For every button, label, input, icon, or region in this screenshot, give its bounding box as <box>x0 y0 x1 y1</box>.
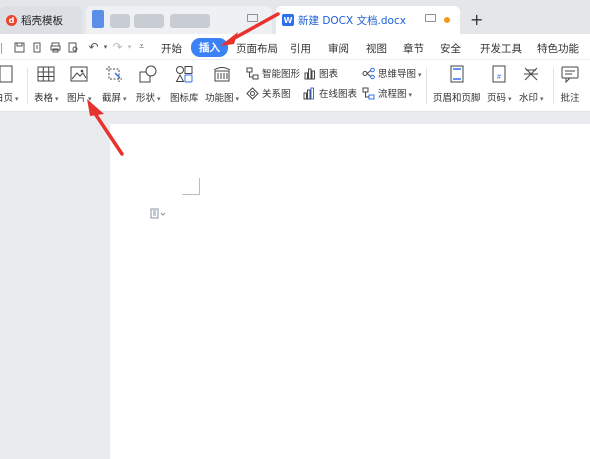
save-icon[interactable] <box>14 42 25 53</box>
menu-review[interactable]: 审阅 <box>328 41 349 56</box>
flowchart-button[interactable]: 流程图 ▾ <box>362 86 412 100</box>
blurred-doc-icon <box>92 10 104 28</box>
print-icon[interactable] <box>50 42 61 53</box>
smart-graphic-icon <box>246 67 259 79</box>
icon-library-icon <box>175 66 193 83</box>
unsaved-dot-icon <box>444 17 450 23</box>
function-chart-button[interactable]: 功能图 ▾ <box>205 64 239 104</box>
table-icon <box>37 66 55 82</box>
online-chart-label: 在线图表 <box>319 89 358 100</box>
chart-button[interactable]: 图表 <box>303 66 338 80</box>
flowchart-label: 流程图 ▾ <box>378 89 413 100</box>
chart-icon <box>304 68 315 79</box>
menu-security[interactable]: 安全 <box>440 41 461 56</box>
menu-collapse-icon[interactable]: | <box>0 42 7 53</box>
table-button[interactable]: 表格 ▾ <box>34 64 59 104</box>
menu-insert[interactable]: 插入 <box>191 38 228 57</box>
tab-title: 新建 DOCX 文档.docx <box>298 14 406 27</box>
ribbon-separator <box>426 68 427 104</box>
new-tab-button[interactable]: + <box>470 12 483 28</box>
tab-blurred-document[interactable] <box>86 6 272 34</box>
menu-bar: | ↶ ▾ ↷ ▾ ⩡ 开始 插入 页面布局 引用 审阅 视图 章节 安全 开发… <box>0 34 590 60</box>
screenshot-button[interactable]: 截屏 ▾ <box>102 64 127 104</box>
online-chart-icon <box>303 87 314 99</box>
icon-library-label: 图标库 <box>170 93 199 104</box>
document-page[interactable] <box>110 124 590 459</box>
comment-button[interactable]: 批注 <box>560 64 580 104</box>
smart-graphic-label: 智能图形 <box>262 69 301 80</box>
menu-view[interactable]: 视图 <box>366 41 387 56</box>
screenshot-icon <box>106 66 123 82</box>
picture-button[interactable]: 图片 ▾ <box>67 64 92 104</box>
watermark-label: 水印 ▾ <box>519 93 544 104</box>
menu-section[interactable]: 章节 <box>403 41 424 56</box>
tab-new-docx[interactable]: W 新建 DOCX 文档.docx <box>276 6 460 34</box>
picture-label: 图片 ▾ <box>67 93 92 104</box>
menu-page-layout[interactable]: 页面布局 <box>236 41 278 56</box>
watermark-icon <box>524 67 539 81</box>
smart-graphic-button[interactable]: 智能图形 <box>246 66 300 80</box>
relation-chart-button[interactable]: 关系图 <box>246 86 291 100</box>
comment-label: 批注 <box>560 93 580 104</box>
blank-page-button[interactable]: 白页▾ <box>0 64 19 104</box>
paste-options-icon <box>150 208 166 219</box>
blank-page-icon <box>0 65 13 83</box>
page-number-label: 页码 ▾ <box>487 93 512 104</box>
shapes-button[interactable]: 形状 ▾ <box>136 64 161 104</box>
blank-page-label: 白页▾ <box>0 93 19 104</box>
word-doc-icon: W <box>282 14 294 26</box>
page-number-icon: # <box>492 65 506 83</box>
customize-toolbar-icon[interactable]: ⩡ <box>136 42 147 53</box>
mind-map-icon <box>362 67 375 79</box>
blurred-title <box>170 14 210 28</box>
header-footer-icon <box>450 65 464 83</box>
header-footer-button[interactable]: 页眉和页脚 <box>433 64 481 104</box>
ribbon-separator <box>27 68 28 104</box>
online-chart-button[interactable]: 在线图表 <box>303 86 357 100</box>
insert-ribbon: 白页▾ 表格▾ 图片▾ 截屏▾ 形状▾ 图标库 功能图▾ 智能图形 关系图 图表… <box>0 60 590 112</box>
watermark-button[interactable]: 水印 ▾ <box>519 64 544 104</box>
function-chart-label: 功能图 ▾ <box>205 93 240 104</box>
undo-dropdown-icon[interactable]: ▾ <box>100 42 111 53</box>
document-workspace <box>0 112 590 459</box>
menu-special-features[interactable]: 特色功能 <box>537 41 579 56</box>
print-preview-icon[interactable] <box>68 42 79 53</box>
picture-icon <box>70 66 88 82</box>
table-label: 表格 ▾ <box>34 93 59 104</box>
ribbon-separator <box>553 68 554 104</box>
page-number-button[interactable]: # 页码 ▾ <box>487 64 512 104</box>
chart-label: 图表 <box>319 69 339 80</box>
flowchart-icon <box>362 87 375 99</box>
margin-corner-mark <box>182 194 200 195</box>
screen-icon[interactable] <box>247 14 258 22</box>
margin-corner-mark <box>199 178 200 195</box>
shapes-label: 形状 ▾ <box>136 93 161 104</box>
undo-icon[interactable]: ↶ <box>88 41 99 53</box>
mind-map-button[interactable]: 思维导图 ▾ <box>362 66 422 80</box>
shapes-icon <box>139 65 157 83</box>
blurred-title <box>134 14 164 28</box>
tab-bar: d 稻壳模板 W 新建 DOCX 文档.docx + <box>0 0 590 34</box>
tab-docer-templates[interactable]: d 稻壳模板 <box>0 6 82 34</box>
paste-options-button[interactable] <box>150 208 166 219</box>
screen-icon[interactable] <box>425 14 436 22</box>
function-chart-icon <box>213 67 231 82</box>
screenshot-label: 截屏 ▾ <box>102 93 127 104</box>
header-footer-label: 页眉和页脚 <box>433 93 481 104</box>
docer-logo-icon: d <box>6 14 17 26</box>
menu-references[interactable]: 引用 <box>290 41 311 56</box>
relation-chart-label: 关系图 <box>262 89 291 100</box>
redo-dropdown-icon[interactable]: ▾ <box>124 42 135 53</box>
relation-chart-icon <box>246 86 259 100</box>
redo-icon[interactable]: ↷ <box>112 41 123 53</box>
menu-developer-tools[interactable]: 开发工具 <box>480 41 522 56</box>
menu-home[interactable]: 开始 <box>161 41 182 56</box>
mind-map-label: 思维导图 ▾ <box>378 69 422 80</box>
comment-icon <box>561 66 579 84</box>
tab-title: 稻壳模板 <box>21 14 63 27</box>
svg-text:#: # <box>497 74 501 81</box>
blurred-title <box>110 14 130 28</box>
icon-library-button[interactable]: 图标库 <box>170 64 199 104</box>
export-pdf-icon[interactable] <box>32 42 43 53</box>
